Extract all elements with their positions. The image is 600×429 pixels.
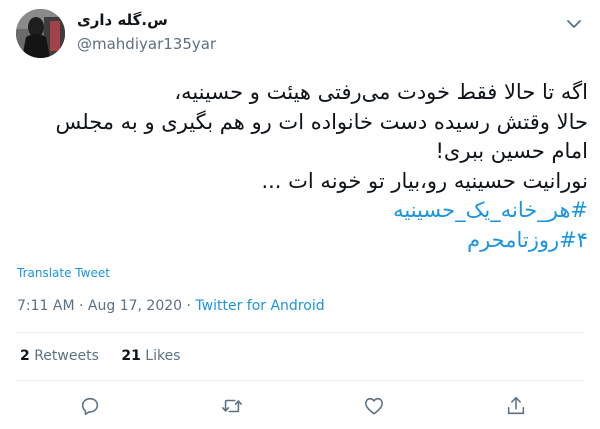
likes-stat[interactable]: 21 Likes [121,348,180,364]
avatar-image [16,9,65,58]
user-handle[interactable]: @mahdiyar135yar [77,35,216,53]
tweet-line: امام حسین ببری! [435,139,589,163]
likes-count: 21 [121,348,141,364]
reply-icon[interactable] [79,395,101,417]
divider [16,380,584,381]
retweets-count: 2 [20,348,30,364]
chevron-down-icon[interactable] [564,14,584,34]
share-icon[interactable] [505,395,527,417]
tweet-stats: 2 Retweets 21 Likes [20,348,198,364]
tweet-card: س.گله داری @mahdiyar135yar اگه تا حالا ف… [0,0,600,429]
retweet-icon[interactable] [221,395,243,417]
hashtag-link[interactable]: #هر_خانه_یک_حسینیه [16,196,588,226]
tweet-time[interactable]: 7:11 AM [17,298,75,314]
tweet-source-link[interactable]: Twitter for Android [195,298,324,314]
translate-tweet-link[interactable]: Translate Tweet [17,266,110,280]
display-name[interactable]: س.گله داری [77,11,168,29]
hashtag-link[interactable]: #۴روزتامحرم [16,226,588,256]
like-icon[interactable] [363,395,385,417]
tweet-line: حالا وقتش رسیده دست خانواده ات رو هم بگی… [55,109,588,134]
avatar[interactable] [16,9,65,58]
likes-label: Likes [145,348,181,364]
tweet-line: نورانیت حسینیه رو،بیار تو خونه ات ... [261,168,588,193]
divider [16,332,584,333]
retweets-stat[interactable]: 2 Retweets [20,348,99,364]
meta-separator: · [79,298,84,314]
tweet-date[interactable]: Aug 17, 2020 [88,298,182,314]
tweet-meta: 7:11 AM · Aug 17, 2020 · Twitter for And… [17,298,325,314]
tweet-line: اگه تا حالا فقط خودت می‌رفتی هیئت و حسین… [174,80,588,104]
meta-separator: · [186,298,191,314]
retweets-label: Retweets [34,348,99,364]
tweet-actions [0,395,600,419]
tweet-text: اگه تا حالا فقط خودت می‌رفتی هیئت و حسین… [16,78,588,255]
